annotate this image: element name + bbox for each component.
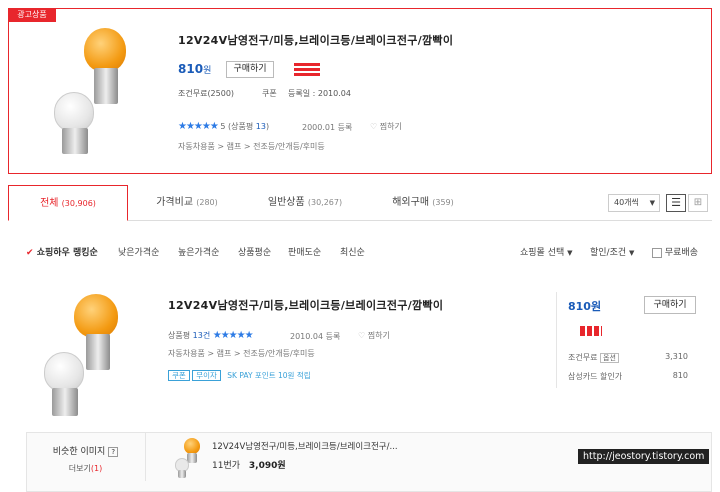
heart-icon: ♡ — [358, 331, 366, 340]
product-review-row: 상품평 13건 ★★★★★ — [168, 330, 254, 341]
option-tag: 옵션 — [600, 353, 619, 363]
sort-ranking-label: 쇼핑하우 랭킹순 — [36, 248, 98, 258]
chevron-down-icon: ▼ — [629, 249, 635, 257]
shipping-row: 조건무료 옵션 3,310 — [568, 352, 688, 363]
card-discount-row: 삼성카드 할인가 810 — [568, 371, 688, 382]
similar-item-title[interactable]: 12V24V남영전구/미등,브레이크등/브레이크전구/... — [212, 440, 398, 452]
ad-coupon: 쿠폰 — [262, 89, 277, 98]
similar-item-price-row: 11번가 3,090원 — [212, 458, 286, 471]
sort-newest[interactable]: 최신순 — [340, 245, 365, 258]
ad-shipping: 조건무료(2500) — [178, 89, 235, 98]
rating-stars: ★★★★★ — [212, 330, 254, 341]
ad-price-unit: 원 — [203, 66, 212, 76]
sort-sales[interactable]: 판매도순 — [288, 245, 321, 258]
shop-logo-icon — [294, 63, 320, 77]
discount-filter-dropdown[interactable]: 할인/조건 ▼ — [590, 245, 634, 258]
free-ship-checkbox[interactable]: 무료배송 — [652, 245, 698, 258]
ad-buy-button[interactable]: 구매하기 — [226, 61, 274, 78]
checkbox-icon — [652, 247, 662, 258]
similar-label: 비슷한 이미지 — [52, 447, 106, 457]
product-buy-button[interactable]: 구매하기 — [644, 296, 696, 314]
view-count-value: 40개씩 — [614, 198, 639, 207]
ad-price-value: 810 — [178, 62, 204, 76]
product-image[interactable] — [40, 24, 160, 154]
heart-icon: ♡ — [370, 122, 378, 131]
tab-overseas-label: 해외구매 — [392, 197, 430, 208]
list-view-button[interactable]: ☰ — [666, 194, 686, 212]
similar-more-count: (1) — [90, 464, 103, 473]
ad-registered: 2000.01 등록 — [302, 123, 353, 132]
tab-general-count: (30,267) — [307, 198, 343, 207]
similar-more-link[interactable]: 더보기(1) — [26, 463, 145, 474]
similar-item-image[interactable] — [172, 436, 206, 478]
watermark: http://jeostory.tistory.com — [578, 449, 710, 464]
check-icon: ✔ — [26, 248, 34, 258]
product-registered: 2010.04 등록 — [290, 332, 341, 341]
coupon-tag: 쿠폰 — [168, 370, 190, 381]
tab-general-label: 일반상품 — [267, 197, 305, 208]
ad-product-title[interactable]: 12V24V남영전구/미등,브레이크등/브레이크전구/깜빡이 — [178, 32, 453, 48]
review-close: ) — [265, 122, 270, 131]
similar-label-area: 비슷한 이미지 ? 더보기(1) — [26, 432, 146, 481]
wish-label: 찜하기 — [367, 331, 390, 340]
tab-all-label: 전체 — [40, 198, 59, 209]
shop-logo-icon[interactable] — [580, 326, 602, 336]
rating-stars: ★★★★★ — [178, 121, 219, 132]
help-icon[interactable]: ? — [108, 447, 119, 457]
review-label: (상품평 — [228, 122, 254, 131]
tab-overseas-count: (359) — [432, 198, 454, 207]
tab-price-compare-label: 가격비교 — [156, 197, 194, 208]
sort-review[interactable]: 상품평순 — [238, 245, 271, 258]
card-discount-value: 810 — [672, 371, 688, 380]
sort-ranking[interactable]: ✔ 쇼핑하우 랭킹순 — [26, 245, 98, 258]
product-image[interactable] — [34, 290, 154, 418]
grid-view-button[interactable]: ⊞ — [688, 194, 708, 212]
tab-general[interactable]: 일반상품 (30,267) — [246, 185, 364, 221]
review-count-link[interactable]: 13건 — [193, 331, 211, 340]
ad-category[interactable]: 자동차용품 > 램프 > 전조등/안개등/후미등 — [178, 141, 325, 152]
shop-filter-dropdown[interactable]: 쇼핑몰 선택 ▼ — [520, 245, 573, 258]
sk-pay-point: SK PAY 포인트 10원 적립 — [227, 371, 311, 380]
free-ship-label: 무료배송 — [664, 248, 698, 258]
shop-filter-label: 쇼핑몰 선택 — [520, 248, 565, 258]
shipping-value: 3,310 — [665, 352, 688, 361]
tab-overseas[interactable]: 해외구매 (359) — [364, 185, 482, 221]
chevron-down-icon: ▼ — [649, 199, 655, 207]
free-interest-tag: 무이자 — [192, 370, 221, 381]
shipping-label: 조건무료 — [568, 353, 598, 362]
review-label: 상품평 — [168, 331, 191, 340]
product-title[interactable]: 12V24V남영전구/미등,브레이크등/브레이크전구/깜빡이 — [168, 297, 443, 313]
sort-high-price[interactable]: 높은가격순 — [178, 245, 219, 258]
similar-item-price: 3,090원 — [248, 461, 286, 471]
review-count-link[interactable]: 13 — [256, 122, 266, 131]
view-count-select[interactable]: 40개씩 ▼ — [608, 194, 660, 212]
tab-price-compare[interactable]: 가격비교 (280) — [128, 185, 246, 221]
discount-filter-label: 할인/조건 — [590, 248, 627, 258]
wish-label: 찜하기 — [379, 122, 402, 131]
price-column-divider — [556, 292, 557, 388]
product-wish-button[interactable]: ♡ 찜하기 — [358, 330, 390, 341]
similar-item-sellers: 11번가 — [212, 461, 241, 471]
tab-price-compare-count: (280) — [196, 198, 218, 207]
chevron-down-icon: ▼ — [567, 249, 573, 257]
product-category[interactable]: 자동차용품 > 램프 > 전조등/안개등/후미등 — [168, 348, 315, 359]
tab-all-count: (30,906) — [61, 199, 96, 208]
tab-all[interactable]: 전체 (30,906) — [8, 185, 128, 221]
ad-price: 810원 — [178, 62, 211, 76]
similar-more-label: 더보기 — [68, 464, 91, 473]
product-price: 810원 — [568, 300, 602, 313]
rating-value: 5 — [220, 122, 226, 131]
ad-reg-date: 등록일 : 2010.04 — [288, 89, 351, 98]
product-tags: 쿠폰 무이자 SK PAY 포인트 10원 적립 — [168, 370, 311, 381]
card-discount-label: 삼성카드 할인가 — [568, 372, 623, 381]
sort-low-price[interactable]: 낮은가격순 — [118, 245, 159, 258]
ad-rating-row: ★★★★★ 5 (상품평 13) — [178, 121, 269, 132]
ad-badge: 광고상품 — [8, 8, 56, 22]
ad-wish-button[interactable]: ♡ 찜하기 — [370, 121, 402, 132]
